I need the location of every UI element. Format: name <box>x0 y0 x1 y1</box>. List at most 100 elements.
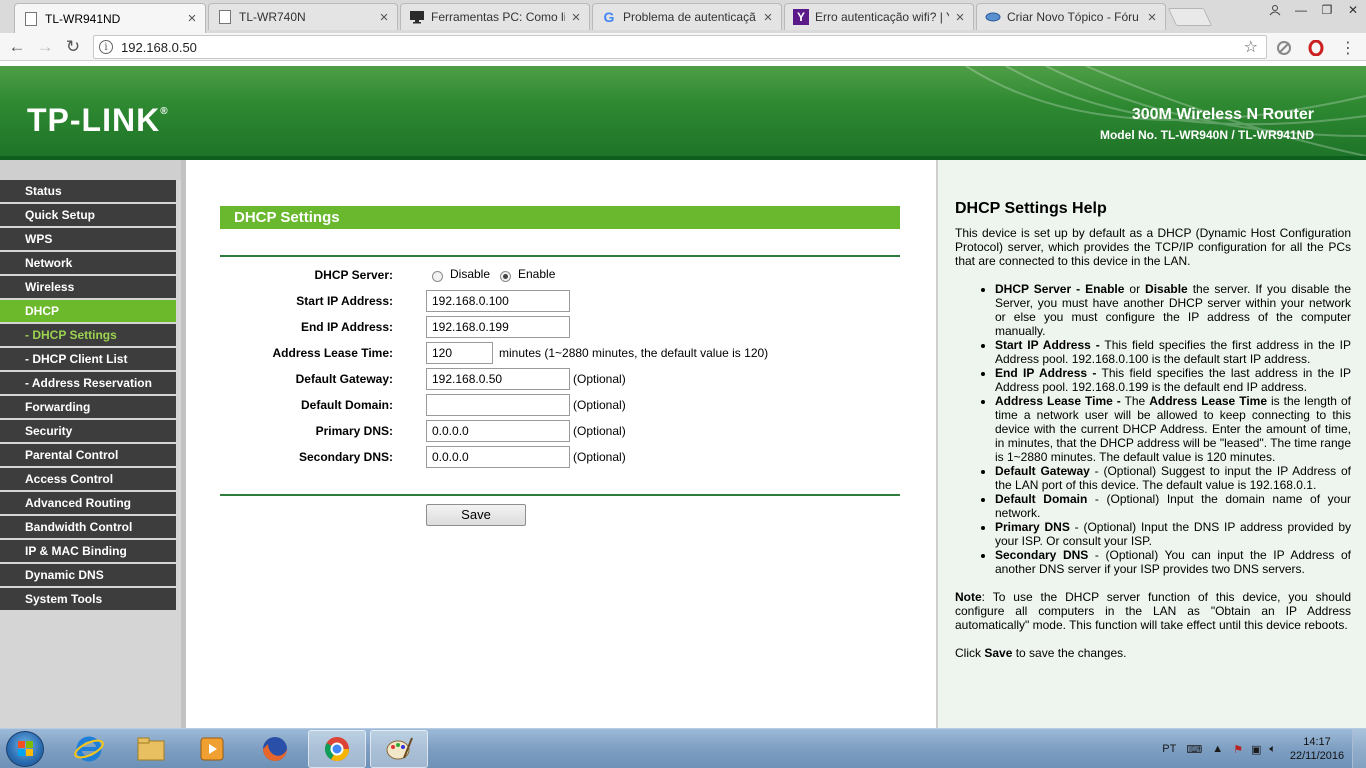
help-item: Address Lease Time - The Address Lease T… <box>995 394 1351 464</box>
back-icon[interactable]: ← <box>6 36 28 58</box>
media-player-icon[interactable] <box>184 730 242 768</box>
network-icon[interactable]: ▣ <box>1251 743 1261 756</box>
tab-problema[interactable]: G Problema de autenticaçã × <box>592 3 782 30</box>
help-item: Default Gateway - (Optional) Suggest to … <box>995 464 1351 492</box>
optional-note: (Optional) <box>573 372 626 386</box>
page-icon <box>23 11 39 27</box>
nav-item-wireless[interactable]: Wireless <box>0 276 176 298</box>
tp-link-logo: TP-LINK® <box>27 102 169 138</box>
opera-icon[interactable] <box>1306 38 1326 58</box>
nav-item-system-tools[interactable]: System Tools <box>0 588 176 610</box>
nav-item-quick-setup[interactable]: Quick Setup <box>0 204 176 226</box>
nav-item-dhcp[interactable]: DHCP <box>0 300 176 322</box>
product-name: 300M Wireless N Router <box>1131 106 1314 123</box>
nav-item-bandwidth-control[interactable]: Bandwidth Control <box>0 516 176 538</box>
keyboard-icon[interactable]: ⌨ <box>1186 743 1202 756</box>
firefox-icon[interactable] <box>246 730 304 768</box>
tab-ferramentas[interactable]: Ferramentas PC: Como li × <box>400 3 590 30</box>
maximize-icon[interactable]: ❐ <box>1314 0 1340 20</box>
browser-tabstrip: TL-WR941ND × TL-WR740N × Ferramentas PC:… <box>0 0 1366 33</box>
tab-criar-topico[interactable]: Criar Novo Tópico - Fóru × <box>976 3 1166 30</box>
show-desktop-button[interactable] <box>1352 729 1366 768</box>
file-explorer-icon[interactable] <box>122 730 180 768</box>
lease-time-input[interactable] <box>426 342 493 364</box>
show-hidden-icons-icon[interactable]: ▲ <box>1212 743 1223 755</box>
nav-item-status[interactable]: Status <box>0 180 176 202</box>
forum-icon <box>985 9 1001 25</box>
close-window-icon[interactable]: ✕ <box>1340 0 1366 20</box>
close-icon[interactable]: × <box>761 9 775 26</box>
enable-label: Enable <box>518 267 556 281</box>
close-icon[interactable]: × <box>377 9 391 26</box>
router-page: TP-LINK® 300M Wireless N Router Model No… <box>0 62 1366 728</box>
enable-radio[interactable] <box>500 271 511 282</box>
lease-time-label: Address Lease Time: <box>272 346 394 360</box>
close-icon[interactable]: × <box>569 9 583 26</box>
disable-radio[interactable] <box>432 271 443 282</box>
nav-item-ip-mac-binding[interactable]: IP & MAC Binding <box>0 540 176 562</box>
nav-item-dhcp-settings[interactable]: - DHCP Settings <box>0 324 176 346</box>
tab-title: TL-WR740N <box>239 10 306 24</box>
tab-erro-wifi[interactable]: Y Erro autenticação wifi? | Y × <box>784 3 974 30</box>
save-button[interactable]: Save <box>426 504 526 526</box>
info-icon[interactable]: i <box>99 40 113 54</box>
nav-item-dhcp-client-list[interactable]: - DHCP Client List <box>0 348 176 370</box>
nav-item-forwarding[interactable]: Forwarding <box>0 396 176 418</box>
language-indicator[interactable]: PT <box>1162 743 1176 755</box>
extension-icon[interactable] <box>1274 38 1294 58</box>
menu-icon[interactable]: ⋮ <box>1338 38 1358 58</box>
close-icon[interactable]: × <box>1145 9 1159 26</box>
close-icon[interactable]: × <box>185 10 199 27</box>
page-icon <box>217 9 233 25</box>
forward-icon[interactable]: → <box>34 36 56 58</box>
close-icon[interactable]: × <box>953 9 967 26</box>
bookmark-star-icon[interactable]: ☆ <box>1244 37 1258 57</box>
divider <box>220 255 900 257</box>
start-ip-input[interactable] <box>426 290 570 312</box>
action-center-icon[interactable]: ⚑ <box>1233 743 1243 756</box>
reload-icon[interactable]: ↻ <box>62 36 84 58</box>
help-item: Primary DNS - (Optional) Input the DNS I… <box>995 520 1351 548</box>
profile-icon[interactable] <box>1262 0 1288 20</box>
nav-item-address-reservation[interactable]: - Address Reservation <box>0 372 176 394</box>
volume-icon[interactable]: 🔈︎ <box>1269 743 1276 756</box>
nav-item-access-control[interactable]: Access Control <box>0 468 176 490</box>
secondary-dns-label: Secondary DNS: <box>298 450 393 464</box>
start-button[interactable] <box>6 731 44 767</box>
nav-item-parental-control[interactable]: Parental Control <box>0 444 176 466</box>
minimize-icon[interactable]: — <box>1288 0 1314 20</box>
tab-tl-wr740n[interactable]: TL-WR740N × <box>208 3 398 30</box>
primary-dns-label: Primary DNS: <box>315 424 393 438</box>
left-nav: Status Quick Setup WPS Network Wireless DHCP -… <box>0 160 186 728</box>
domain-input[interactable] <box>426 394 570 416</box>
secondary-dns-input[interactable] <box>426 446 570 468</box>
new-tab-button[interactable] <box>1167 8 1213 26</box>
nav-item-wps[interactable]: WPS <box>0 228 176 250</box>
taskbar: PT ⌨ ▲ ⚑ ▣ 🔈︎ 14:17 22/11/2016 <box>0 728 1366 768</box>
help-item: End IP Address - This field specifies th… <box>995 366 1351 394</box>
tab-tl-wr941nd[interactable]: TL-WR941ND × <box>14 3 206 33</box>
primary-dns-input[interactable] <box>426 420 570 442</box>
nav-item-security[interactable]: Security <box>0 420 176 442</box>
paint-icon[interactable] <box>370 730 428 768</box>
internet-explorer-icon[interactable] <box>60 730 118 768</box>
clock-time: 14:17 <box>1303 736 1331 748</box>
browser-toolbar: ← → ↻ i 192.168.0.50 ☆ ⋮ <box>0 33 1366 61</box>
gateway-input[interactable] <box>426 368 570 390</box>
address-bar[interactable]: i 192.168.0.50 ☆ <box>93 35 1267 59</box>
nav-item-network[interactable]: Network <box>0 252 176 274</box>
help-panel: DHCP Settings Help This device is set up… <box>936 160 1366 728</box>
clock[interactable]: 14:17 22/11/2016 <box>1282 735 1352 763</box>
help-intro: This device is set up by default as a DH… <box>955 226 1351 268</box>
nav-item-advanced-routing[interactable]: Advanced Routing <box>0 492 176 514</box>
nav-item-dynamic-dns[interactable]: Dynamic DNS <box>0 564 176 586</box>
yahoo-icon: Y <box>793 9 809 25</box>
model-number: Model No. TL-WR940N / TL-WR941ND <box>1099 128 1314 142</box>
help-item: Secondary DNS - (Optional) You can input… <box>995 548 1351 576</box>
divider <box>220 494 900 496</box>
end-ip-input[interactable] <box>426 316 570 338</box>
gateway-label: Default Gateway: <box>295 372 393 386</box>
chrome-icon[interactable] <box>308 730 366 768</box>
clock-date: 22/11/2016 <box>1289 750 1345 762</box>
router-header: TP-LINK® 300M Wireless N Router Model No… <box>0 66 1366 156</box>
